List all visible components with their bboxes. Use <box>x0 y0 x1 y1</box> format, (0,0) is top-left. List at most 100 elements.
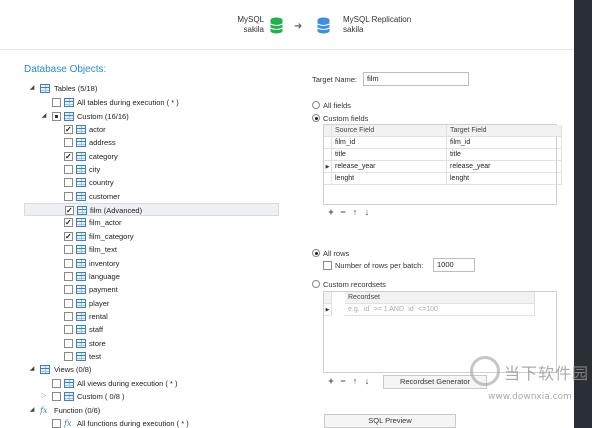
all-views-checkbox[interactable] <box>52 379 61 388</box>
table-label: payment <box>89 285 118 295</box>
tables-icon <box>40 84 50 93</box>
table-checkbox[interactable] <box>64 258 73 268</box>
view-icon <box>64 392 74 401</box>
table-label: customer <box>89 191 120 201</box>
table-item[interactable]: film (Advanced) <box>24 203 279 217</box>
custom-tables-checkbox[interactable] <box>52 112 61 121</box>
table-checkbox[interactable] <box>64 178 73 188</box>
table-icon <box>64 98 74 107</box>
all-rows-radio[interactable] <box>312 249 320 257</box>
move-up-button[interactable]: ↑ <box>349 207 361 217</box>
corner-cell <box>324 292 332 304</box>
source-db: sakila <box>243 25 264 34</box>
field-mapping-grid[interactable]: Source Field Target Field film_id film_id ti… <box>323 124 562 205</box>
table-checkbox[interactable] <box>64 150 73 163</box>
custom-views-label: Custom ( 0/8 ) <box>77 392 125 401</box>
column-header[interactable]: Source Field <box>332 125 447 137</box>
target-name-label: Target Name: <box>312 75 358 84</box>
table-icon <box>76 231 86 241</box>
row-header <box>324 173 332 185</box>
source-field-cell[interactable]: film_id <box>332 137 447 149</box>
add-field-button[interactable]: + <box>325 207 337 217</box>
target-field-cell[interactable]: film_id <box>447 137 562 149</box>
table-checkbox[interactable] <box>64 285 73 295</box>
table-icon <box>76 311 86 321</box>
table-checkbox[interactable] <box>64 165 73 175</box>
table-icon <box>64 112 74 121</box>
table-icon <box>76 151 86 161</box>
all-views-label: All views during execution ( * ) <box>77 379 178 388</box>
table-label: film_actor <box>89 218 122 228</box>
table-checkbox[interactable] <box>64 123 73 136</box>
target-name-input[interactable]: film <box>363 72 469 86</box>
target-field-cell[interactable]: title <box>447 149 562 161</box>
table-label: inventory <box>89 258 120 268</box>
current-row-marker-icon: ▶ <box>324 304 332 316</box>
table-checkbox[interactable] <box>64 325 73 335</box>
target-field-cell[interactable]: release_year <box>447 161 562 173</box>
table-icon <box>76 351 86 361</box>
table-icon <box>76 191 86 201</box>
table-label: test <box>89 351 102 361</box>
custom-fields-radio[interactable] <box>312 114 320 122</box>
target-database-icon <box>317 17 330 34</box>
corner-cell <box>324 125 332 137</box>
collapse-icon[interactable]: ◢ <box>40 110 48 123</box>
table-checkbox[interactable] <box>64 191 73 201</box>
source-connection: MySQL sakila <box>230 15 264 35</box>
table-checkbox[interactable] <box>64 298 73 308</box>
rows-per-batch-label: Number of rows per batch: <box>335 261 424 270</box>
table-icon <box>76 271 86 281</box>
column-header[interactable]: Target Field <box>447 125 562 137</box>
recordset-input[interactable]: e.g. `id` >= 1 AND `id` <=100 <box>345 304 535 316</box>
watermark-url: www.downxia.com <box>488 392 572 402</box>
table-checkbox[interactable] <box>64 338 73 348</box>
all-functions-label: All functions during execution ( * ) <box>77 419 189 428</box>
remove-recordset-button[interactable]: − <box>337 376 349 386</box>
collapse-icon[interactable]: ◢ <box>28 82 36 95</box>
table-checkbox[interactable] <box>64 245 73 255</box>
expand-icon[interactable]: ▷ <box>40 390 48 403</box>
table-checkbox[interactable] <box>64 216 73 229</box>
table-icon <box>76 298 86 308</box>
all-fields-label: All fields <box>323 101 351 110</box>
table-icon <box>76 125 86 134</box>
add-recordset-button[interactable]: + <box>325 376 337 386</box>
tables-label: Tables (5/18) <box>54 84 98 93</box>
custom-views-checkbox[interactable] <box>52 392 61 401</box>
source-field-cell[interactable]: lenght <box>332 173 447 185</box>
recordset-header: Recordset <box>345 292 535 304</box>
table-checkbox[interactable] <box>64 138 73 148</box>
all-tables-checkbox[interactable] <box>52 98 61 107</box>
table-checkbox[interactable] <box>64 311 73 321</box>
all-functions-checkbox[interactable] <box>52 419 61 428</box>
collapse-icon[interactable]: ◢ <box>28 404 36 417</box>
table-label: film (Advanced) <box>90 206 143 216</box>
source-field-cell[interactable]: release_year <box>332 161 447 173</box>
table-label: language <box>89 271 120 281</box>
rows-per-batch-input[interactable]: 1000 <box>433 258 475 272</box>
all-fields-radio[interactable] <box>312 101 320 109</box>
move-up-button[interactable]: ↑ <box>349 376 361 386</box>
table-label: film_category <box>89 231 134 241</box>
source-database-icon <box>270 17 283 34</box>
table-checkbox[interactable] <box>65 204 74 217</box>
source-field-cell[interactable]: title <box>332 149 447 161</box>
watermark-logo-icon <box>470 356 500 386</box>
table-checkbox[interactable] <box>64 351 73 361</box>
move-down-button[interactable]: ↓ <box>361 207 373 217</box>
move-down-button[interactable]: ↓ <box>361 376 373 386</box>
remove-field-button[interactable]: − <box>337 207 349 217</box>
view-icon <box>64 379 74 388</box>
sql-preview-button[interactable]: SQL Preview <box>324 414 456 428</box>
table-checkbox[interactable] <box>64 230 73 243</box>
rows-per-batch-checkbox[interactable] <box>323 261 332 270</box>
table-icon <box>76 165 86 175</box>
table-checkbox[interactable] <box>64 271 73 281</box>
table-icon <box>76 138 86 148</box>
collapse-icon[interactable]: ◢ <box>28 363 36 376</box>
row-header <box>324 137 332 149</box>
table-icon <box>76 258 86 268</box>
target-field-cell[interactable]: lenght <box>447 173 562 185</box>
custom-recordsets-radio[interactable] <box>312 280 320 288</box>
